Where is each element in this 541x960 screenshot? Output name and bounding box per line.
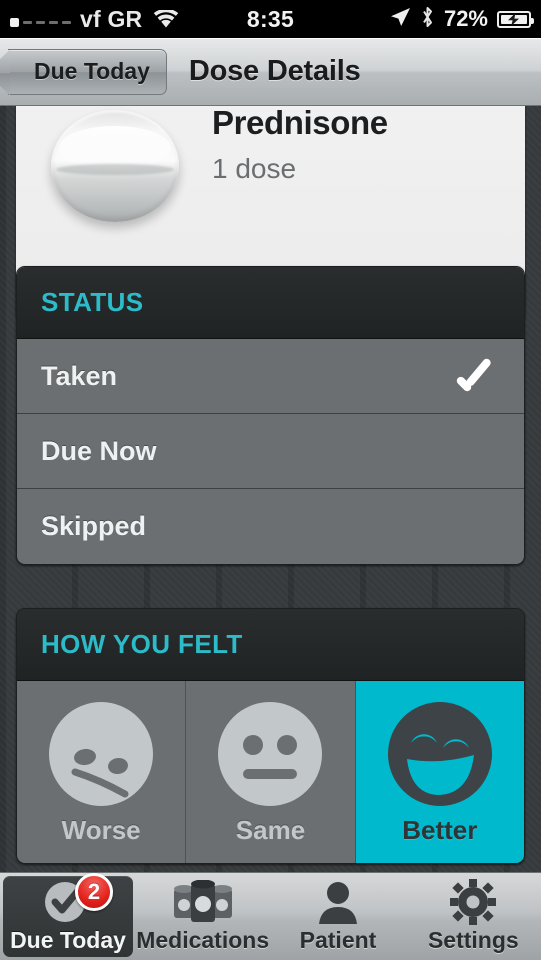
medication-name: Prednisone [212,106,388,141]
check-circle-icon: 2 [39,873,113,925]
gear-icon [450,879,497,925]
status-bar-right: 72% [341,6,541,33]
status-bar: vf GR 8:35 72% [0,0,541,38]
status-section: STATUS Taken Due Now Skipped [16,266,525,565]
status-option-taken[interactable]: Taken [17,339,524,414]
signal-strength-icon [10,11,71,27]
badge-count: 2 [75,873,113,911]
mood-option-better[interactable]: Better [355,681,524,863]
happy-face-icon [381,695,499,813]
scroll-content[interactable]: Prednisone 1 dose STATUS Taken Due Now S… [0,106,541,872]
person-icon [315,879,361,925]
status-section-header: STATUS [17,267,524,339]
pill-bottles-icon [172,879,234,925]
back-chevron-icon [0,49,10,96]
sad-face-icon [42,695,160,813]
battery-percent-label: 72% [443,6,488,31]
mood-section-header: HOW YOU FELT [17,609,524,681]
tab-label: Settings [427,927,519,953]
navigation-bar: Due Today Dose Details [0,38,541,106]
tab-patient[interactable]: Patient [270,873,405,960]
tab-settings[interactable]: Settings [406,873,541,960]
bluetooth-icon [420,6,435,33]
tab-bar: 2 Due Today Medications Patient Settings [0,872,541,960]
page-title: Dose Details [188,55,361,87]
tab-label: Medications [136,927,270,953]
mood-option-label: Same [235,815,306,845]
status-bar-left: vf GR [0,6,200,33]
status-option-label: Taken [41,360,118,391]
checkmark-icon [456,359,500,393]
neutral-face-icon [211,695,329,813]
battery-charging-icon [497,10,534,28]
clock-label: 8:35 [246,5,295,32]
back-button-label: Due Today [34,58,150,84]
wifi-icon [153,8,179,29]
status-option-skipped[interactable]: Skipped [17,489,524,564]
back-button[interactable]: Due Today [0,48,167,96]
mood-options: Worse Same Better [17,681,524,863]
mood-section: HOW YOU FELT Worse Same Better [16,608,525,864]
round-tablet-pill-icon [51,110,179,222]
location-arrow-icon [389,6,411,33]
tab-due-today[interactable]: 2 Due Today [3,873,133,957]
mood-option-same[interactable]: Same [186,681,356,863]
medication-dose: 1 dose [212,153,297,184]
tab-medications[interactable]: Medications [135,873,270,960]
status-option-label: Due Now [41,435,157,466]
tab-label: Due Today [10,927,126,953]
tab-label: Patient [299,927,377,953]
mood-option-label: Better [402,815,478,845]
carrier-label: vf GR [80,5,143,32]
mood-option-label: Worse [61,815,141,845]
status-option-due-now[interactable]: Due Now [17,414,524,489]
app-screen: vf GR 8:35 72% Due Today Dose Details Pr… [0,0,541,960]
status-option-label: Skipped [41,511,147,541]
mood-option-worse[interactable]: Worse [17,681,187,863]
